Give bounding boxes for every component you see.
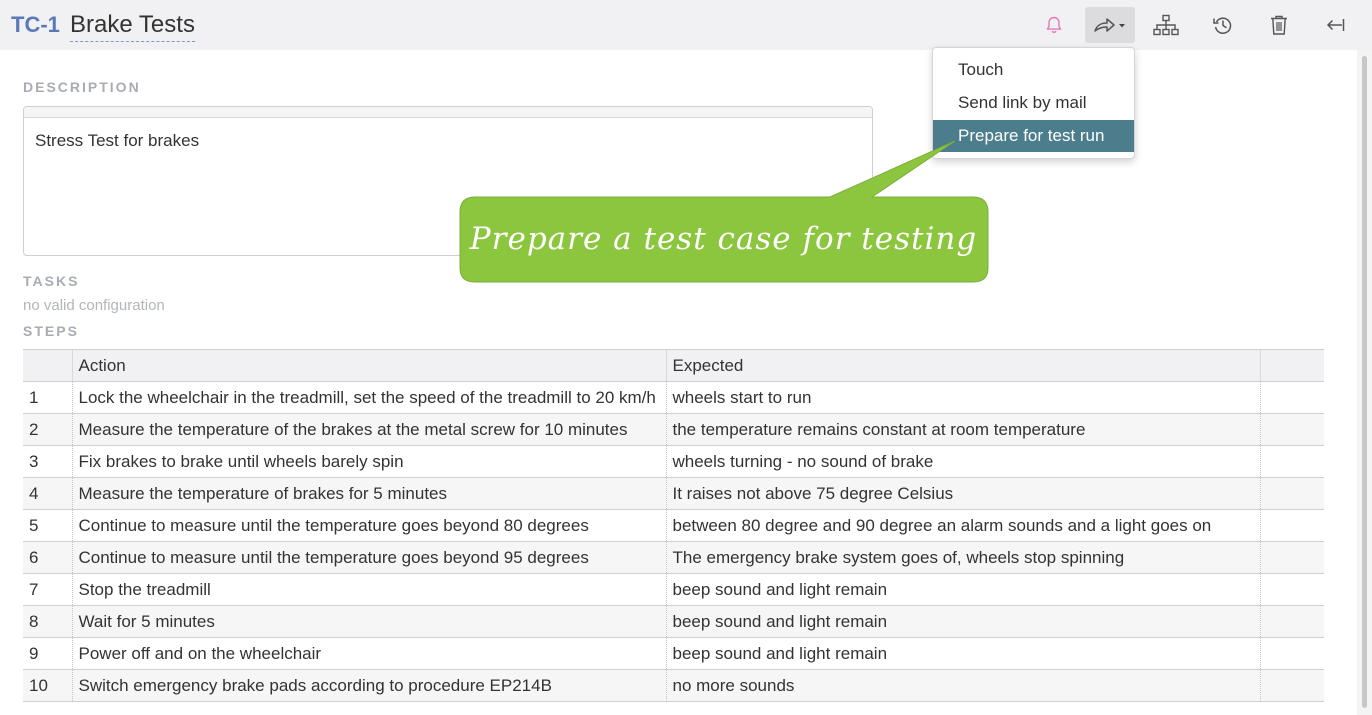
steps-label: STEPS bbox=[23, 323, 79, 339]
step-extra bbox=[1259, 477, 1324, 510]
table-row[interactable]: 3 Fix brakes to brake until wheels barel… bbox=[23, 445, 1324, 478]
step-number: 5 bbox=[23, 509, 72, 542]
share-dropdown-menu: Touch Send link by mail Prepare for test… bbox=[932, 47, 1135, 159]
step-extra bbox=[1259, 637, 1324, 670]
step-extra bbox=[1259, 541, 1324, 574]
step-number: 4 bbox=[23, 477, 72, 510]
step-action[interactable]: Fix brakes to brake until wheels barely … bbox=[71, 445, 666, 478]
column-header-number bbox=[23, 349, 72, 382]
step-action[interactable]: Measure the temperature of brakes for 5 … bbox=[71, 477, 666, 510]
callout-text: Prepare a test case for testing bbox=[469, 221, 978, 257]
table-row[interactable]: 1 Lock the wheelchair in the treadmill, … bbox=[23, 381, 1324, 414]
steps-table: Action Expected 1 Lock the wheelchair in… bbox=[23, 349, 1324, 702]
step-action[interactable]: Lock the wheelchair in the treadmill, se… bbox=[71, 381, 666, 414]
column-header-action[interactable]: Action bbox=[71, 349, 666, 382]
table-row[interactable]: 10 Switch emergency brake pads according… bbox=[23, 669, 1324, 702]
step-number: 7 bbox=[23, 573, 72, 606]
scrollbar-thumb[interactable] bbox=[1362, 56, 1367, 708]
step-action[interactable]: Stop the treadmill bbox=[71, 573, 666, 606]
steps-header-row: Action Expected bbox=[23, 349, 1324, 382]
history-icon bbox=[1213, 17, 1232, 34]
menu-item-send-link-by-mail[interactable]: Send link by mail bbox=[933, 87, 1134, 119]
step-number: 2 bbox=[23, 413, 72, 446]
notifications-button[interactable] bbox=[1040, 7, 1068, 43]
step-action[interactable]: Measure the temperature of the brakes at… bbox=[71, 413, 666, 446]
step-action[interactable]: Continue to measure until the temperatur… bbox=[71, 541, 666, 574]
step-number: 1 bbox=[23, 381, 72, 414]
column-header-extra bbox=[1259, 349, 1324, 382]
test-case-title[interactable]: Brake Tests bbox=[70, 11, 195, 42]
step-expected[interactable]: beep sound and light remain bbox=[665, 605, 1260, 638]
table-row[interactable]: 6 Continue to measure until the temperat… bbox=[23, 541, 1324, 574]
editor-toolbar bbox=[24, 107, 872, 118]
hierarchy-icon bbox=[1153, 14, 1179, 36]
bell-icon bbox=[1046, 16, 1062, 33]
step-expected[interactable]: between 80 degree and 90 degree an alarm… bbox=[665, 509, 1260, 542]
step-action[interactable]: Switch emergency brake pads according to… bbox=[71, 669, 666, 702]
vertical-scrollbar[interactable] bbox=[1357, 50, 1372, 715]
step-expected[interactable]: beep sound and light remain bbox=[665, 573, 1260, 606]
delete-button[interactable] bbox=[1265, 7, 1293, 43]
history-button[interactable] bbox=[1208, 7, 1238, 43]
step-number: 3 bbox=[23, 445, 72, 478]
menu-item-touch[interactable]: Touch bbox=[933, 54, 1134, 86]
tasks-note: no valid configuration bbox=[23, 297, 165, 314]
description-text[interactable]: Stress Test for brakes bbox=[35, 131, 199, 151]
step-expected[interactable]: beep sound and light remain bbox=[665, 637, 1260, 670]
step-extra bbox=[1259, 509, 1324, 542]
hierarchy-button[interactable] bbox=[1151, 7, 1181, 43]
collapse-panel-button[interactable] bbox=[1320, 7, 1350, 43]
step-extra bbox=[1259, 605, 1324, 638]
test-case-id: TC-1 bbox=[11, 12, 60, 37]
step-action[interactable]: Continue to measure until the temperatur… bbox=[71, 509, 666, 542]
share-icon bbox=[1094, 18, 1125, 32]
table-row[interactable]: 5 Continue to measure until the temperat… bbox=[23, 509, 1324, 542]
step-number: 10 bbox=[23, 669, 72, 702]
step-extra bbox=[1259, 573, 1324, 606]
step-expected[interactable]: wheels start to run bbox=[665, 381, 1260, 414]
table-row[interactable]: 8 Wait for 5 minutes beep sound and ligh… bbox=[23, 605, 1324, 638]
step-extra bbox=[1259, 669, 1324, 702]
table-row[interactable]: 9 Power off and on the wheelchair beep s… bbox=[23, 637, 1324, 670]
step-number: 8 bbox=[23, 605, 72, 638]
column-header-expected[interactable]: Expected bbox=[665, 349, 1260, 382]
collapse-left-icon bbox=[1326, 19, 1345, 31]
step-extra bbox=[1259, 381, 1324, 414]
description-label: DESCRIPTION bbox=[23, 79, 141, 95]
header-bar: TC-1 Brake Tests bbox=[0, 0, 1372, 50]
tasks-label: TASKS bbox=[23, 273, 80, 289]
step-number: 9 bbox=[23, 637, 72, 670]
share-button[interactable] bbox=[1085, 7, 1135, 43]
table-row[interactable]: 2 Measure the temperature of the brakes … bbox=[23, 413, 1324, 446]
trash-icon bbox=[1271, 15, 1287, 35]
step-expected[interactable]: The emergency brake system goes of, whee… bbox=[665, 541, 1260, 574]
step-action[interactable]: Wait for 5 minutes bbox=[71, 605, 666, 638]
step-expected[interactable]: It raises not above 75 degree Celsius bbox=[665, 477, 1260, 510]
table-row[interactable]: 4 Measure the temperature of brakes for … bbox=[23, 477, 1324, 510]
step-expected[interactable]: the temperature remains constant at room… bbox=[665, 413, 1260, 446]
step-expected[interactable]: no more sounds bbox=[665, 669, 1260, 702]
step-extra bbox=[1259, 413, 1324, 446]
step-action[interactable]: Power off and on the wheelchair bbox=[71, 637, 666, 670]
step-number: 6 bbox=[23, 541, 72, 574]
table-row[interactable]: 7 Stop the treadmill beep sound and ligh… bbox=[23, 573, 1324, 606]
step-extra bbox=[1259, 445, 1324, 478]
menu-item-prepare-for-test-run[interactable]: Prepare for test run bbox=[933, 120, 1134, 152]
step-expected[interactable]: wheels turning - no sound of brake bbox=[665, 445, 1260, 478]
